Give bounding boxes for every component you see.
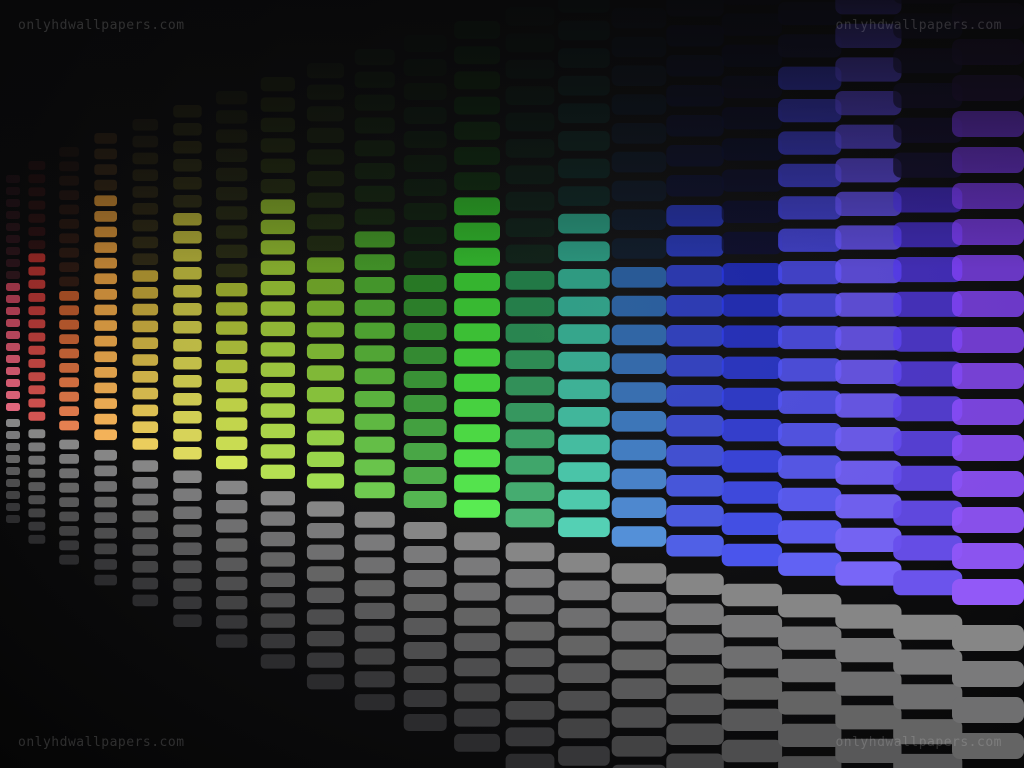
- watermark-top-left: onlyhdwallpapers.com: [18, 18, 185, 33]
- watermark-bottom-left: onlyhdwallpapers.com: [18, 735, 185, 750]
- watermark-top-right: onlyhdwallpapers.com: [835, 18, 1002, 33]
- wallpaper-scene: onlyhdwallpapers.com onlyhdwallpapers.co…: [0, 0, 1024, 768]
- equalizer-graphic: [0, 0, 1024, 768]
- watermark-bottom-right: onlyhdwallpapers.com: [835, 735, 1002, 750]
- top-vignette: [0, 0, 1024, 768]
